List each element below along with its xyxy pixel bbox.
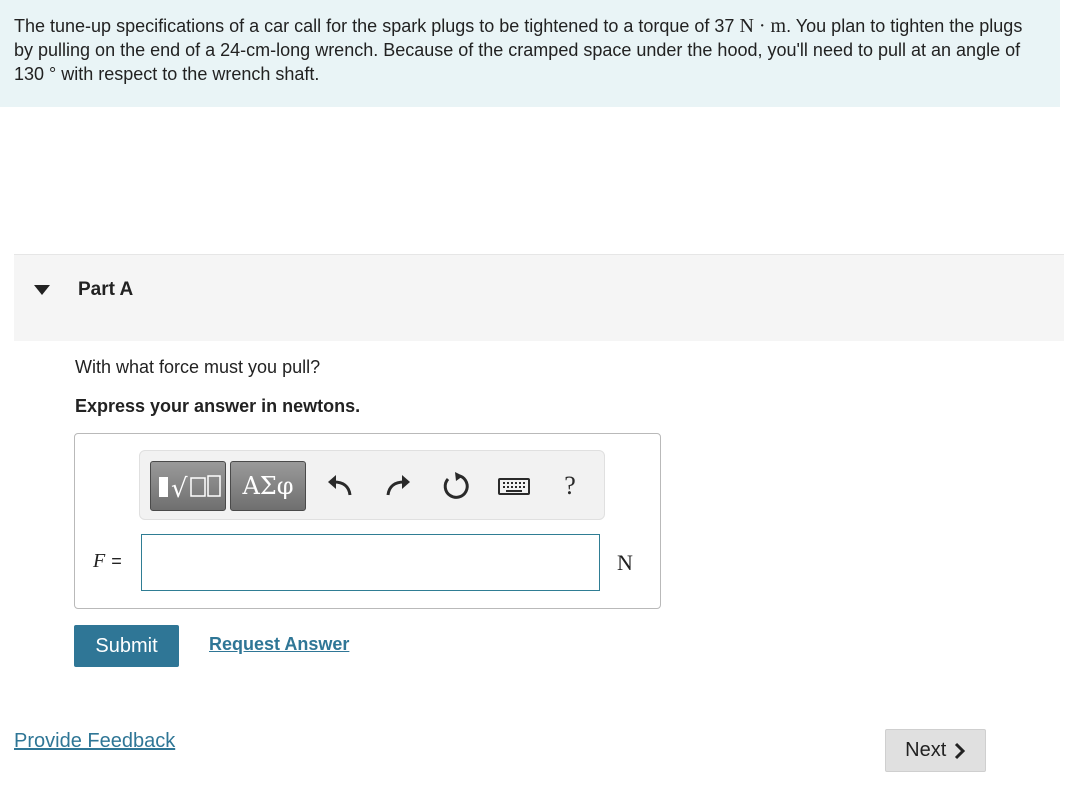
next-button[interactable]: Next <box>885 729 986 772</box>
problem-statement: The tune-up specifications of a car call… <box>0 0 1060 107</box>
collapse-caret-icon[interactable] <box>34 285 50 295</box>
chevron-right-icon <box>954 742 965 759</box>
redo-icon[interactable] <box>381 469 415 503</box>
answer-instruction: Express your answer in newtons. <box>75 396 361 416</box>
problem-text-1: The tune-up specifications of a car call… <box>14 16 740 36</box>
request-answer-link[interactable]: Request Answer <box>209 634 349 655</box>
answer-box: √ ΑΣφ ? F = N <box>74 433 661 609</box>
submit-button[interactable]: Submit <box>74 625 179 667</box>
torque-unit: N · m <box>739 15 787 37</box>
templates-icon: √ <box>159 474 221 504</box>
variable-label: F = <box>93 550 122 573</box>
svg-text:√: √ <box>171 474 188 504</box>
answer-input[interactable] <box>141 534 600 591</box>
math-toolbar: √ ΑΣφ ? <box>139 450 605 520</box>
question-text: With what force must you pull? <box>75 357 321 377</box>
keyboard-icon[interactable] <box>497 474 531 498</box>
part-a-header[interactable]: Part A <box>14 254 1064 341</box>
greek-symbols-button[interactable]: ΑΣφ <box>230 461 306 511</box>
undo-icon[interactable] <box>323 469 357 503</box>
part-title: Part A <box>78 279 134 300</box>
reset-icon[interactable] <box>439 469 473 503</box>
unit-label: N <box>617 550 633 575</box>
variable-name: F <box>93 550 106 572</box>
equals-sign: = <box>111 551 122 571</box>
provide-feedback-link[interactable]: Provide Feedback <box>14 730 175 753</box>
next-label: Next <box>905 739 947 762</box>
templates-button[interactable]: √ <box>150 461 226 511</box>
help-icon[interactable]: ? <box>558 471 582 501</box>
problem-text-3: with respect to the wrench shaft. <box>56 64 320 84</box>
